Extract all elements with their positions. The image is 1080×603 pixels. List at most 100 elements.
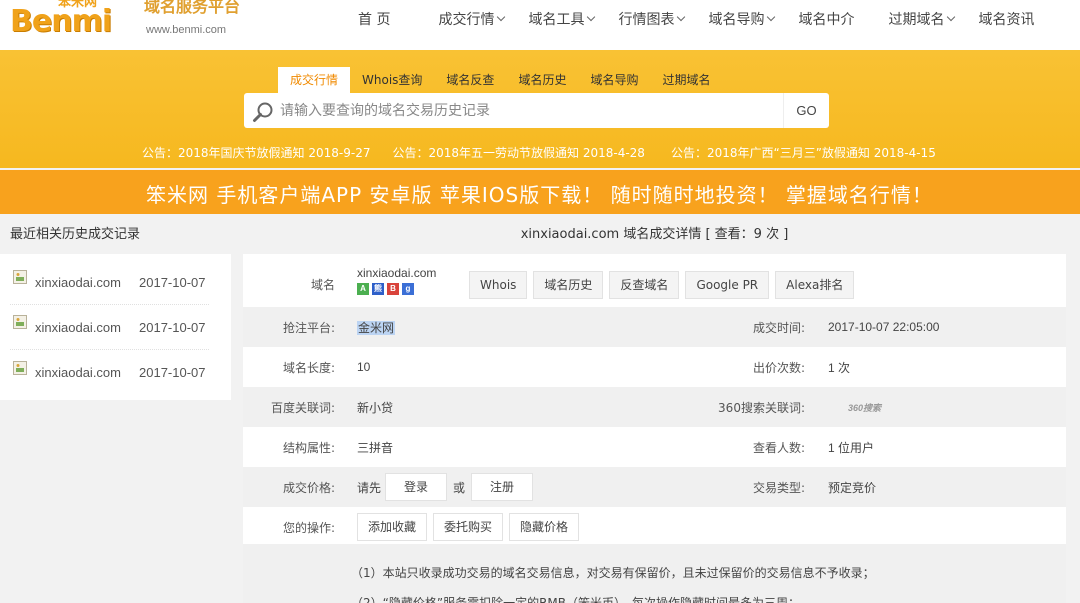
recent-history-list: xinxiaodai.com 2017-10-07 xinxiaodai.com…: [0, 254, 231, 395]
favicon-icon: [13, 360, 27, 375]
tab-history[interactable]: 域名历史: [506, 67, 578, 93]
main-nav: 首 页 成交行情 域名工具 行情图表 域名导购 域名中介 过期域名 域名资讯: [358, 0, 1034, 38]
trade-type-value: 预定竞价: [828, 480, 877, 495]
operations-row: 您的操作: 添加收藏 委托购买 隐藏价格: [243, 507, 1066, 547]
nav-item-charts[interactable]: 行情图表: [618, 9, 686, 29]
platform-row: 抢注平台: 金米网 成交时间: 2017-10-07 22:05:00: [243, 307, 1066, 347]
so360-keyword-label: 360搜索关联词:: [718, 400, 805, 415]
index-badges: A 熊 B g: [357, 283, 436, 295]
nav-item-label: 域名资讯: [978, 12, 1035, 28]
chevron-down-icon: [767, 12, 776, 22]
history-date: 2017-10-07: [139, 319, 206, 335]
nav-item-expired[interactable]: 过期域名: [888, 9, 956, 29]
structure-row: 结构属性: 三拼音 查看人数: 1 位用户: [243, 427, 1066, 467]
entrust-purchase-button[interactable]: 委托购买: [433, 513, 504, 541]
nav-item-label: 域名工具: [528, 12, 585, 28]
search-input[interactable]: [280, 93, 780, 128]
chevron-down-icon: [677, 12, 686, 22]
add-favorite-button[interactable]: 添加收藏: [357, 513, 428, 541]
viewers-value: 1 位用户: [828, 440, 875, 455]
notice-link[interactable]: 公告：2018年广西“三月三”放假通知 2018-4-15: [671, 144, 936, 161]
nav-item-broker[interactable]: 域名中介: [798, 9, 854, 29]
so360-logo[interactable]: 360搜索: [848, 401, 881, 414]
sidebar-title: 最近相关历史成交记录: [0, 216, 231, 254]
deal-detail-panel: xinxiaodai.com 域名成交详情 [ 查看：9 次 ] 域名 xinx…: [243, 216, 1066, 603]
search-go-button[interactable]: GO: [783, 93, 829, 128]
tab-deals[interactable]: 成交行情: [278, 67, 351, 93]
operations-buttons: 添加收藏 委托购买 隐藏价格: [357, 513, 580, 541]
nav-item-tools[interactable]: 域名工具: [528, 9, 596, 29]
register-button[interactable]: 注册: [471, 473, 534, 501]
structure-value: 三拼音: [357, 440, 394, 455]
length-label: 域名长度:: [282, 360, 335, 375]
chevron-down-icon: [587, 12, 596, 22]
length-row: 域名长度: 10 出价次数: 1 次: [243, 347, 1066, 387]
viewers-label: 查看人数:: [752, 440, 805, 455]
price-prefix: 请先: [357, 480, 382, 495]
bing-icon[interactable]: B: [387, 283, 399, 295]
deal-time-value: 2017-10-07 22:05:00: [828, 320, 940, 334]
favicon-icon: [13, 315, 27, 329]
tab-whois[interactable]: Whois查询: [350, 67, 434, 93]
domain-history-button[interactable]: 域名历史: [533, 271, 604, 299]
tab-guide[interactable]: 域名导购: [578, 67, 650, 93]
chevron-down-icon: [497, 12, 506, 22]
login-button[interactable]: 登录: [385, 473, 448, 501]
platform-value-text[interactable]: 金米网: [357, 320, 396, 335]
bids-label: 出价次数:: [752, 360, 805, 375]
bids-value: 1 次: [828, 360, 851, 375]
baidu-icon[interactable]: 熊: [372, 283, 384, 295]
baidu-keyword-label: 百度关联词:: [270, 400, 335, 415]
baidu-keyword-value: 新小贷: [357, 400, 394, 415]
reverse-lookup-button[interactable]: 反查域名: [609, 271, 680, 299]
list-item[interactable]: xinxiaodai.com 2017-10-07: [10, 260, 209, 305]
history-domain: xinxiaodai.com: [35, 319, 121, 335]
search-tabs: 成交行情 Whois查询 域名反查 域名历史 域名导购 过期域名: [278, 67, 722, 93]
site-logo[interactable]: Benmi 笨米网: [6, 0, 132, 40]
history-domain: xinxiaodai.com: [35, 365, 121, 380]
nav-item-label: 域名中介: [798, 12, 855, 28]
alexa-rank-button[interactable]: Alexa排名: [775, 271, 855, 299]
notice-link[interactable]: 公告：2018年五一劳动节放假通知 2018-4-28: [392, 144, 644, 161]
notice-link[interactable]: 公告：2018年国庆节放假通知 2018-9-27: [142, 144, 370, 161]
list-item[interactable]: xinxiaodai.com 2017-10-07: [10, 305, 209, 350]
nav-item-label: 首 页: [358, 12, 391, 28]
app-promo-banner[interactable]: 笨米网 手机客户端APP 安卓版 苹果IOS版下载！ 随时随时地投资！ 掌握域名…: [0, 170, 1080, 214]
search-box: GO: [244, 93, 829, 128]
domain-name: xinxiaodai.com: [357, 266, 437, 280]
nav-item-deals[interactable]: 成交行情: [438, 9, 506, 29]
list-item[interactable]: xinxiaodai.com 2017-10-07: [10, 350, 209, 395]
tab-reverse[interactable]: 域名反查: [434, 67, 506, 93]
nav-item-guide[interactable]: 域名导购: [708, 9, 776, 29]
domain-tool-buttons: Whois 域名历史 反查域名 Google PR Alexa排名: [469, 271, 855, 299]
nav-item-label: 域名导购: [708, 12, 765, 28]
hide-price-button[interactable]: 隐藏价格: [509, 513, 580, 541]
aizhan-icon[interactable]: A: [357, 283, 369, 295]
google-pr-button[interactable]: Google PR: [685, 271, 770, 299]
price-value: 请先 登录 或 注册: [357, 473, 534, 501]
logo-chinese-name: 笨米网: [58, 0, 98, 10]
site-header: Benmi 笨米网 域名服务平台 www.benmi.com 首 页 成交行情 …: [0, 0, 1080, 50]
note-line: （2）“隐藏价格”服务需扣除一定的RMB（笨米币），每次操作隐藏时间最多为三周；: [351, 596, 800, 603]
favicon-icon: [13, 270, 27, 284]
logo-wordmark: Benmi: [10, 4, 112, 39]
logo-url: www.benmi.com: [146, 24, 227, 36]
keywords-row: 百度关联词: 新小贷 360搜索关联词: 360搜索: [243, 387, 1066, 427]
domain-row: 域名 xinxiaodai.com A 熊 B g Whois 域名历史 反查域…: [243, 262, 1066, 306]
history-date: 2017-10-07: [139, 274, 206, 290]
operations-label: 您的操作:: [282, 520, 335, 535]
nav-item-label: 行情图表: [618, 12, 675, 28]
domain-value-block: xinxiaodai.com A 熊 B g: [357, 266, 436, 295]
domain-label: 域名: [310, 277, 335, 292]
deal-time-label: 成交时间:: [752, 320, 805, 335]
logo-tagline: 域名服务平台: [144, 0, 241, 16]
whois-button[interactable]: Whois: [469, 271, 528, 299]
trade-type-label: 交易类型:: [752, 480, 805, 495]
tab-expired[interactable]: 过期域名: [650, 67, 722, 93]
google-icon[interactable]: g: [402, 283, 414, 295]
note-line: （1）本站只收录成功交易的域名交易信息，对交易有保留价，且未过保留价的交易信息不…: [351, 566, 875, 580]
nav-item-news[interactable]: 域名资讯: [978, 9, 1034, 29]
price-row: 成交价格: 请先 登录 或 注册 交易类型: 预定竞价: [243, 467, 1066, 507]
nav-item-label: 过期域名: [888, 12, 945, 28]
nav-item-home[interactable]: 首 页: [358, 9, 390, 29]
